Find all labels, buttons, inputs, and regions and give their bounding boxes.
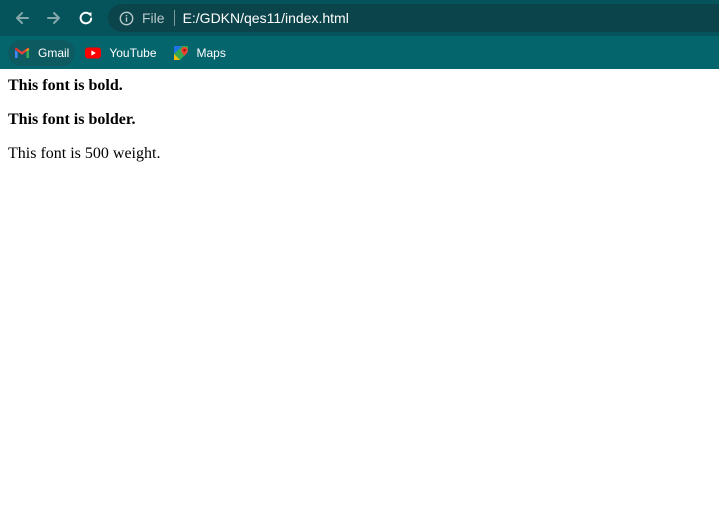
url-text[interactable]: E:/GDKN/qes11/index.html (183, 10, 349, 26)
arrow-right-icon (47, 12, 60, 24)
bookmark-gmail[interactable]: Gmail (8, 39, 76, 66)
forward-button[interactable] (38, 4, 70, 32)
browser-window: File E:/GDKN/qes11/index.html Gmail YouT… (0, 0, 719, 513)
maps-icon (173, 45, 189, 61)
back-button[interactable] (6, 4, 38, 32)
bookmark-label: YouTube (109, 45, 157, 60)
info-icon[interactable] (118, 10, 134, 26)
bolder-paragraph: This font is bolder. (8, 111, 136, 128)
gmail-icon (14, 45, 30, 61)
reload-icon (79, 11, 93, 25)
bold-paragraph: This font is bold. (8, 77, 123, 94)
arrow-left-icon (16, 12, 29, 24)
bookmark-maps[interactable]: Maps (167, 40, 232, 66)
bookmarks-bar: Gmail YouTube Maps (0, 36, 719, 69)
page-content: This font is bold. This font is bolder. … (0, 69, 719, 187)
bookmark-label: Gmail (38, 45, 70, 60)
bookmark-label: Maps (196, 45, 226, 60)
youtube-icon (85, 45, 102, 61)
weight-500-paragraph: This font is 500 weight. (8, 145, 161, 162)
browser-toolbar: File E:/GDKN/qes11/index.html (0, 0, 719, 36)
url-separator (173, 10, 175, 26)
bookmark-youtube[interactable]: YouTube (79, 40, 162, 66)
address-bar[interactable]: File E:/GDKN/qes11/index.html (108, 4, 719, 32)
reload-button[interactable] (70, 4, 102, 32)
url-scheme-label: File (142, 10, 165, 26)
